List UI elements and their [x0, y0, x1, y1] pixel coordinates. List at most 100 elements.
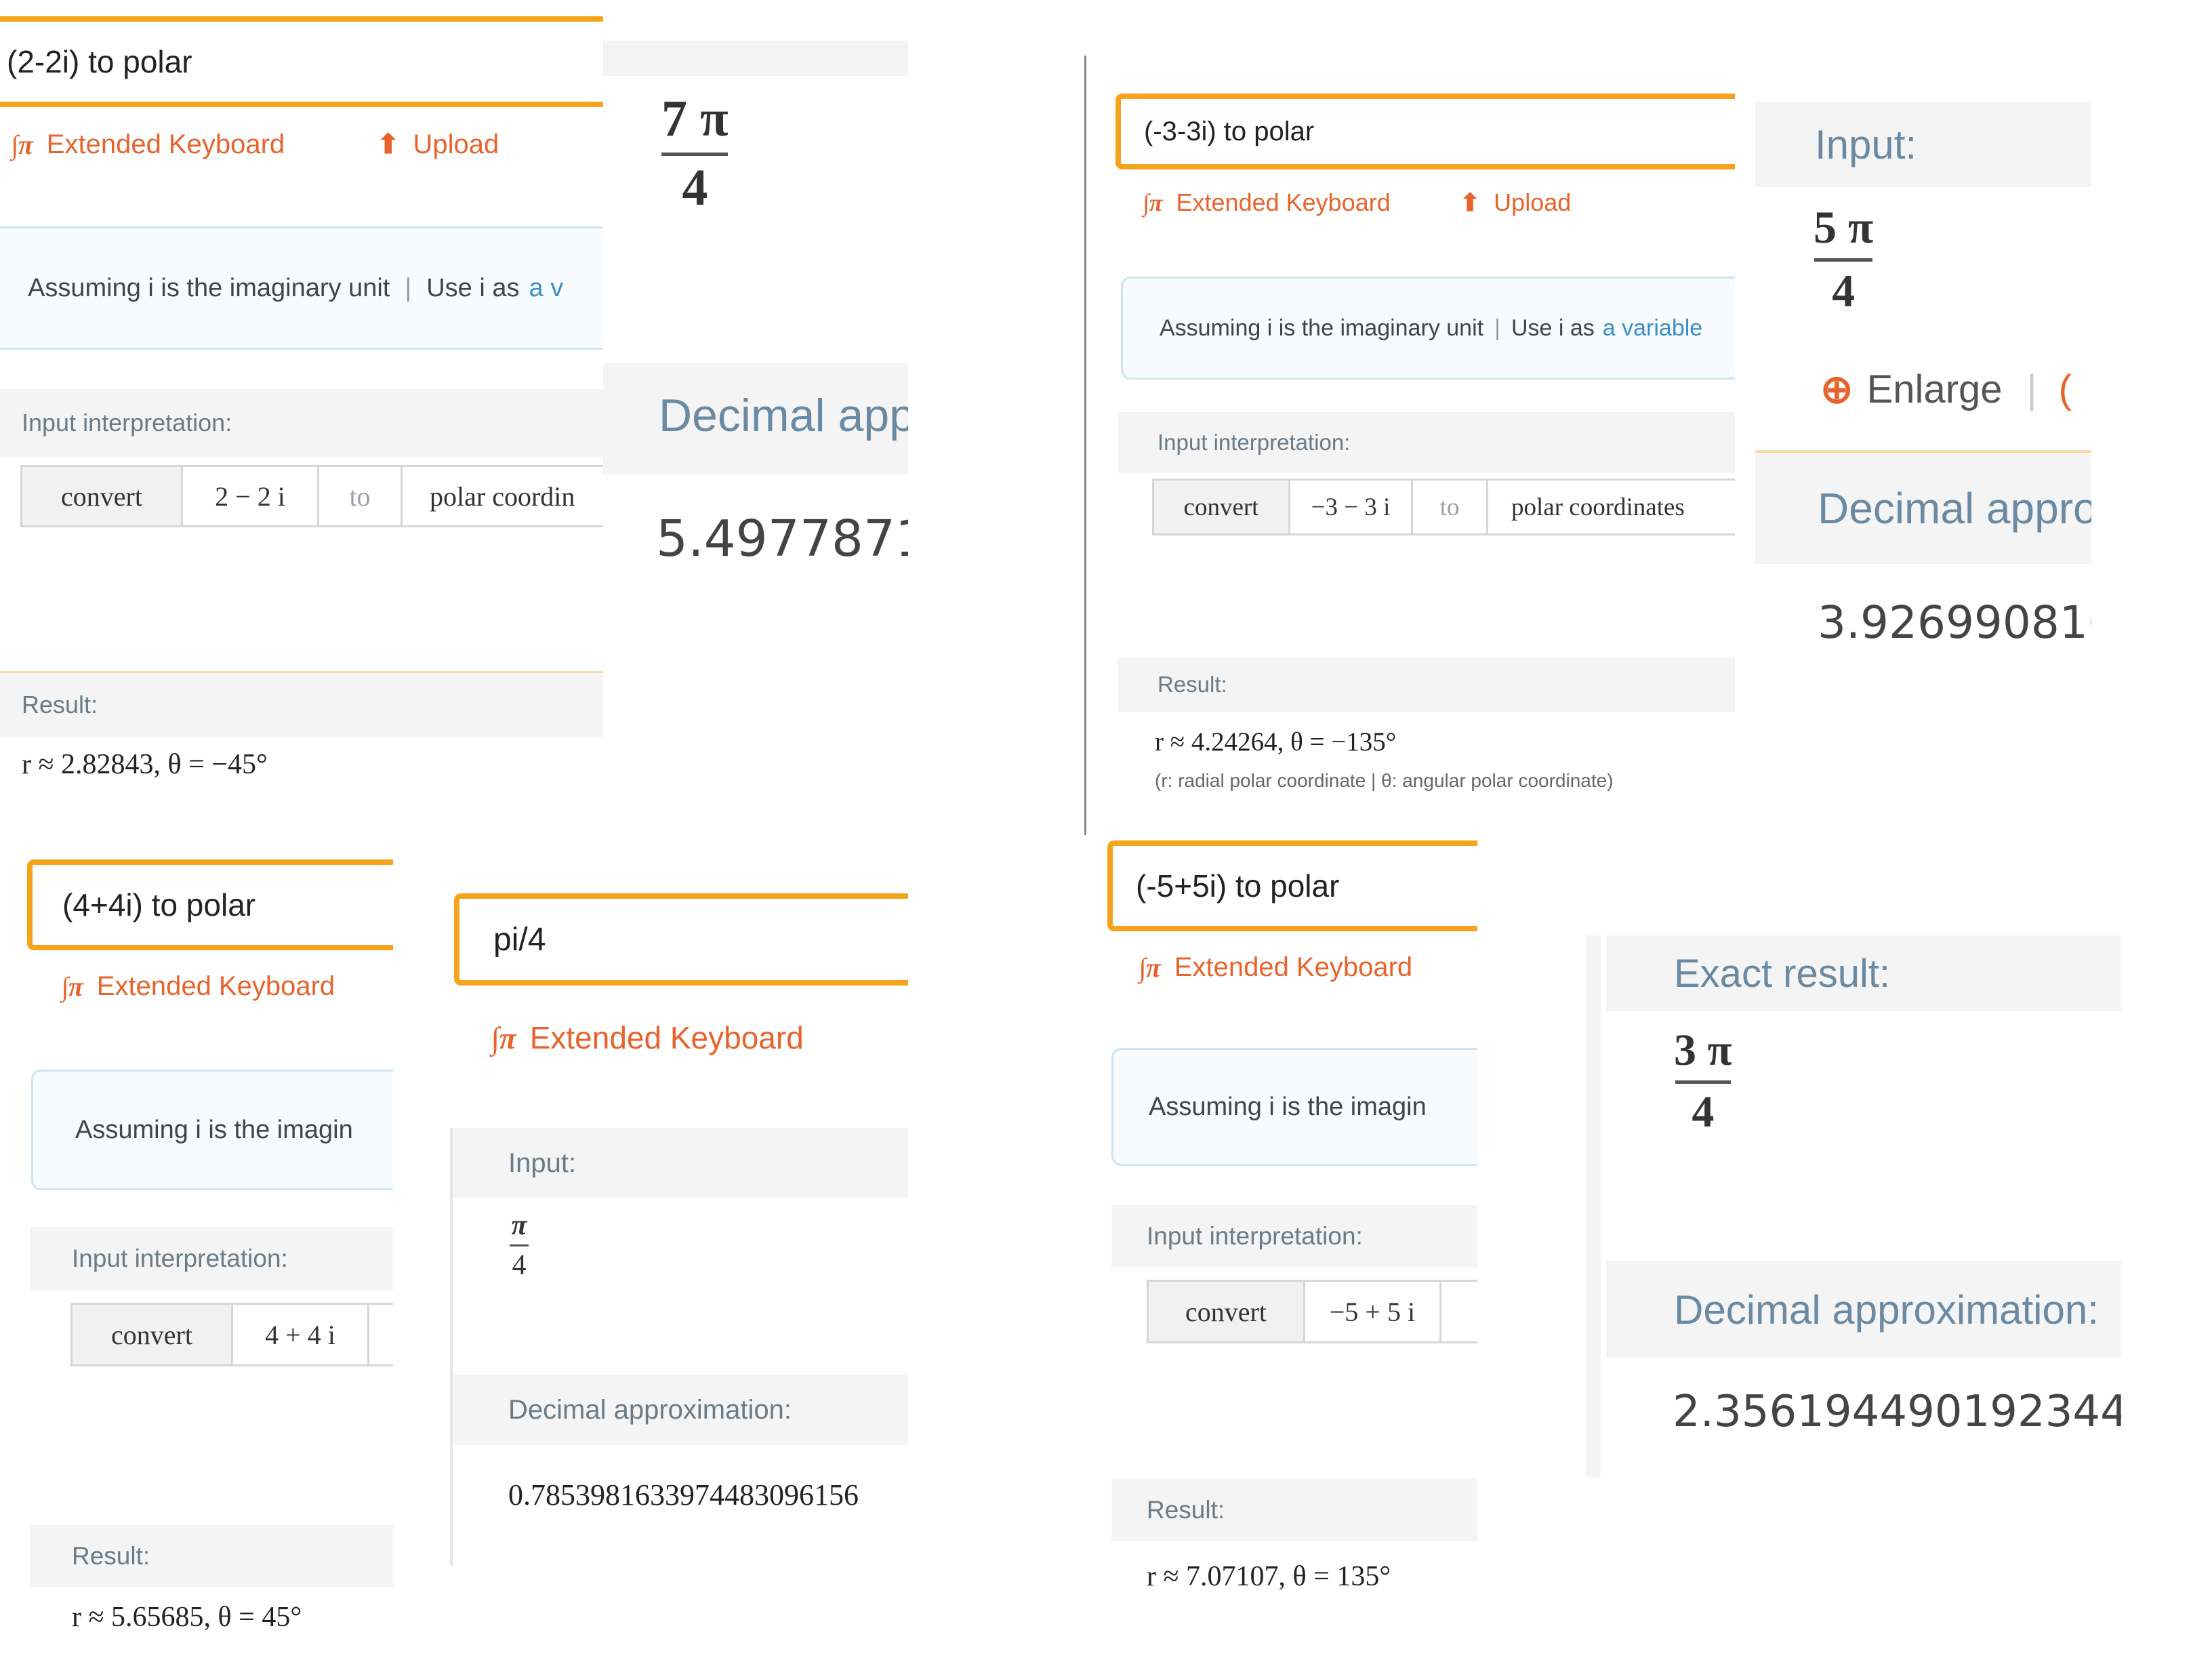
query-text: (-3-3i) to polar [1144, 116, 1315, 146]
interpretation-table: convert 2 − 2 i to polar coordin [20, 465, 603, 527]
panel-pi-over-4: pi/4 ∫π Extended Keyboard Input: π 4 Dec… [447, 888, 908, 1566]
polar-coordinates-cell: polar coordin [430, 481, 575, 512]
fraction-denominator: 4 [512, 1250, 527, 1281]
zoom-in-icon: ⊕ [1820, 367, 1853, 411]
convert-cell: convert [22, 467, 183, 525]
assumption-box: Assuming i is the imaginary unit | Use i… [0, 226, 603, 350]
pod-header-strip [603, 41, 908, 76]
variable-link[interactable]: a variable [1603, 315, 1702, 342]
panel-left-strip [1586, 935, 1601, 1478]
polar-coordinates-cell: polar coordinates [1511, 493, 1685, 521]
extended-keyboard-button[interactable]: ∫π Extended Keyboard [1139, 952, 1412, 983]
expression-cell: 4 + 4 i [233, 1305, 369, 1364]
fraction-bar [1814, 258, 1873, 262]
expression-cell: −3 − 3 i [1290, 481, 1413, 533]
decimal-value: 0.7853981633974483096156 [508, 1478, 859, 1511]
query-input[interactable]: (-3-3i) to polar [1115, 94, 1735, 169]
panel-2-2i-polar: (2-2i) to polar ∫π Extended Keyboard ⬆ U… [0, 0, 603, 807]
decimal-approximation-heading: Decimal appro [1755, 453, 2091, 564]
separator: | [2026, 367, 2037, 411]
extended-keyboard-label: Extended Keyboard [46, 129, 285, 159]
upload-arrow-icon: ⬆ [1460, 188, 1481, 216]
extended-keyboard-label: Extended Keyboard [529, 1020, 804, 1055]
fraction-bar [661, 153, 729, 156]
enlarge-button[interactable]: ⊕ Enlarge | ( [1820, 366, 2072, 412]
result-heading: Result: [30, 1525, 393, 1587]
separator: | [405, 273, 412, 302]
panel-5pi-over-4: Input: 5 π 4 ⊕ Enlarge | ( Decimal appro… [1755, 102, 2091, 705]
input-interpretation-heading: Input interpretation: [1111, 1205, 1477, 1267]
input-interpretation-heading: Input interpretation: [30, 1227, 393, 1291]
decimal-approximation-heading: Decimal app [659, 390, 908, 441]
query-input[interactable]: pi/4 [454, 893, 908, 986]
query-text: pi/4 [493, 921, 546, 958]
to-cell: to [1413, 481, 1488, 533]
input-interpretation-heading: Input interpretation: [1118, 412, 1735, 473]
interpretation-table: convert −3 − 3 i to polar coordinates [1152, 479, 1735, 535]
result-value: r ≈ 5.65685, θ = 45° [72, 1602, 302, 1633]
to-cell: to [319, 467, 403, 525]
query-input[interactable]: (-5+5i) to polar [1107, 840, 1477, 931]
extended-keyboard-label: Extended Keyboard [1174, 952, 1413, 982]
assumption-box: Assuming i is the imaginary unit | Use i… [1121, 277, 1735, 380]
fraction-numerator: π [511, 1210, 527, 1241]
fraction-denominator: 4 [1832, 265, 1856, 317]
fraction-bar [1675, 1080, 1731, 1084]
decimal-value: 2.3561944901923449 [1673, 1387, 2121, 1437]
expression-cell: 2 − 2 i [183, 467, 319, 525]
extended-keyboard-button[interactable]: ∫π Extended Keyboard [491, 1019, 804, 1056]
result-value: r ≈ 4.24264, θ = −135° [1155, 727, 1397, 756]
panel-3pi-over-4: Exact result: 3 π 4 Decimal approximatio… [1586, 935, 2121, 1478]
extended-keyboard-button[interactable]: ∫π Extended Keyboard [1143, 188, 1391, 217]
upload-label: Upload [413, 129, 499, 159]
fraction-numerator: 7 π [661, 90, 729, 147]
fraction-numerator: 5 π [1814, 201, 1874, 253]
result-value: r ≈ 2.82843, θ = −45° [22, 749, 268, 780]
fraction-denominator: 4 [1692, 1087, 1715, 1137]
integral-keyboard-icon: ∫π [1139, 952, 1161, 983]
decimal-approximation-heading: Decimal approximation: [1606, 1261, 2121, 1358]
input-heading: Input: [453, 1128, 908, 1198]
exact-fraction: 7 π 4 [661, 89, 729, 218]
fraction-bar [510, 1244, 529, 1246]
decimal-approximation-heading: Decimal approximation: [453, 1375, 908, 1445]
result-heading: Result: [1111, 1479, 1477, 1541]
assumption-text: Assuming i is the imagin [75, 1115, 353, 1144]
input-interpretation-heading: Input interpretation: [0, 389, 603, 457]
upload-button[interactable]: ⬆ Upload [1460, 188, 1571, 217]
integral-keyboard-icon: ∫π [61, 971, 83, 1002]
use-i-as-text: Use i as [1511, 314, 1595, 341]
upload-label: Upload [1494, 188, 1572, 216]
decimal-value: 5.4977871 [656, 510, 908, 568]
variable-link[interactable]: a v [529, 274, 564, 303]
result-heading: Result: [1118, 657, 1735, 712]
query-text: (-5+5i) to polar [1136, 868, 1340, 904]
extended-keyboard-label: Extended Keyboard [1176, 188, 1391, 216]
panel-4-4i-polar: (4+4i) to polar ∫π Extended Keyboard Ass… [20, 847, 393, 1661]
exact-fraction: 3 π 4 [1674, 1025, 1732, 1138]
assumption-text: Assuming i is the imaginary unit [1160, 314, 1484, 341]
extended-keyboard-button[interactable]: ∫π Extended Keyboard [11, 129, 285, 161]
convert-cell: convert [1154, 481, 1290, 533]
fraction-denominator: 4 [682, 159, 708, 216]
exact-result-heading: Exact result: [1606, 935, 2121, 1011]
upload-button[interactable]: ⬆ Upload [377, 129, 499, 160]
interpretation-table: convert −5 + 5 i [1147, 1280, 1477, 1343]
input-fraction: 5 π 4 [1814, 201, 1873, 318]
query-text: (4+4i) to polar [62, 887, 256, 922]
query-text: (2-2i) to polar [7, 44, 192, 79]
result-value: r ≈ 7.07107, θ = 135° [1147, 1561, 1391, 1592]
enlarge-label: Enlarge [1866, 367, 2003, 411]
integral-keyboard-icon: ∫π [11, 129, 33, 160]
query-input[interactable]: (2-2i) to polar [0, 16, 603, 107]
result-note: (r: radial polar coordinate | θ: angular… [1155, 770, 1614, 791]
assumption-text: Assuming i is the imagin [1149, 1092, 1427, 1121]
query-input[interactable]: (4+4i) to polar [27, 859, 393, 950]
panel-neg3-neg3i-polar: (-3-3i) to polar ∫π Extended Keyboard ⬆ … [1111, 41, 1735, 847]
assumption-text: Assuming i is the imaginary unit [28, 273, 390, 302]
input-fraction: π 4 [510, 1209, 529, 1282]
assumption-box: Assuming i is the imagin [31, 1070, 393, 1190]
separator: | [1494, 314, 1500, 341]
extended-keyboard-button[interactable]: ∫π Extended Keyboard [61, 971, 335, 1002]
panel-7pi-over-4: 7 π 4 Decimal app 5.4977871 [603, 0, 908, 610]
